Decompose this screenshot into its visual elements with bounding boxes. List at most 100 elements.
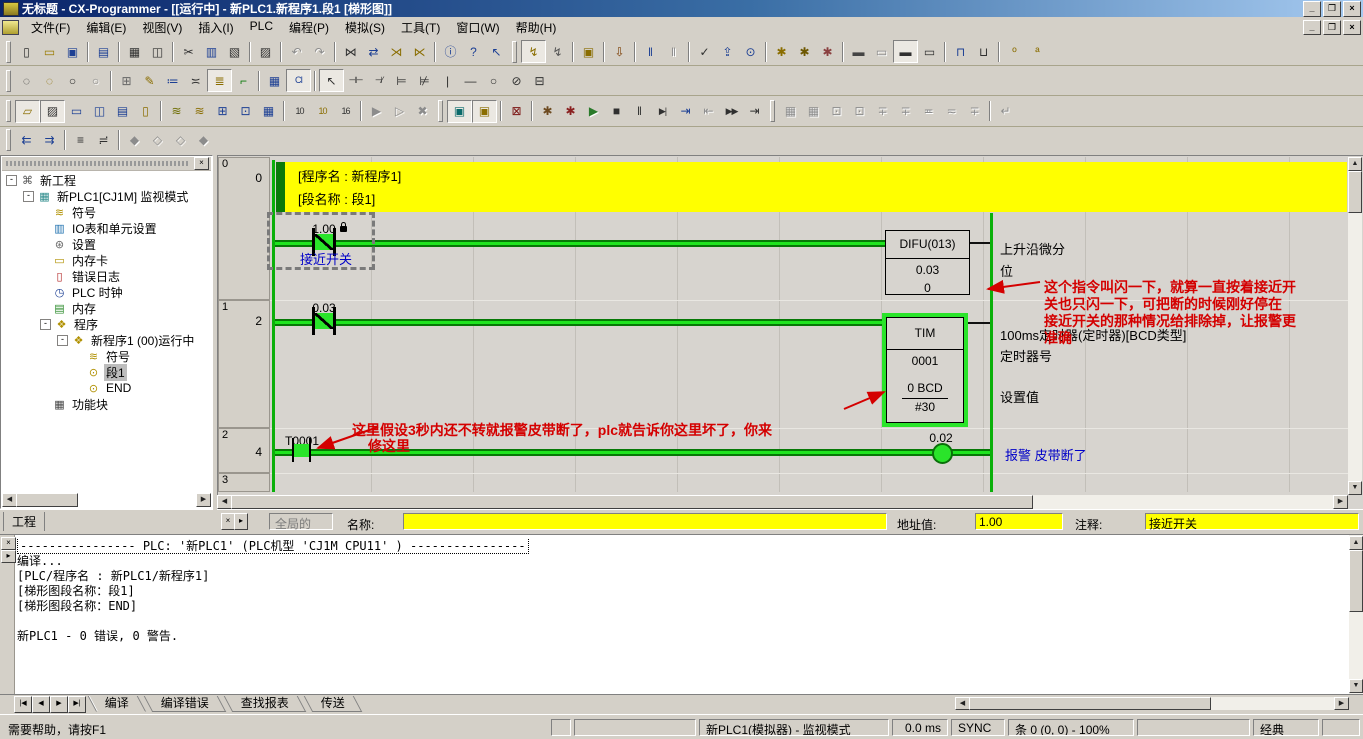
online-edit-cancel-button[interactable]: ✱ [816,41,839,62]
transfer-to-plc-button[interactable]: ⇩ [608,41,631,62]
io-gray-6-button[interactable]: ∓ [894,101,917,122]
address-input[interactable]: 1.00 [975,513,1063,530]
print-button[interactable]: ▦ [123,41,146,62]
new-vertical-button[interactable]: | [436,70,459,91]
minimize-button[interactable]: _ [1303,1,1321,17]
io-monitor-button[interactable]: ≍ [184,70,207,91]
sma-table-button[interactable]: ▦ [263,70,286,91]
symbol-bar-pin-icon[interactable]: ▸ [234,513,248,530]
select-mode-button[interactable]: ↖ [319,69,344,92]
mdi-child-icon[interactable] [2,20,19,35]
tab-prev-icon[interactable]: ◀ [32,696,50,713]
find-button[interactable]: ⋈ [339,41,362,62]
sim-pause-clear-button[interactable]: ✱ [559,101,582,122]
online-edit-send-button[interactable]: ✱ [793,41,816,62]
view-ladder-button[interactable]: ▨ [40,100,65,123]
zoom-in-button[interactable]: ○ [61,70,84,91]
sim-continuous-run-button[interactable]: ▶▶ [720,101,743,122]
new-instruction-button[interactable]: ⊟ [528,70,551,91]
online-edit-begin-button[interactable]: ✱ [770,41,793,62]
new-file-button[interactable]: ▯ [15,41,38,62]
output-tab-1[interactable]: 编译错误 [144,696,227,712]
tree-horizontal-scrollbar[interactable]: ◀ ▶ [2,493,211,507]
sim-step-out-button[interactable]: ⇤ [697,101,720,122]
output-tab-3[interactable]: 传送 [304,696,363,712]
tree-item-memory[interactable]: ▤内存 [2,300,211,316]
view-io-comment-button[interactable]: ▤ [111,101,134,122]
tree-item-programs[interactable]: -❖程序 [2,316,211,332]
io-gray-1-button[interactable]: ▦ [779,101,802,122]
replace-button[interactable]: ⇄ [362,41,385,62]
sim-step-in-button[interactable]: ⇥ [674,101,697,122]
address-reference-button[interactable]: ≣ [207,69,232,92]
option-b-button[interactable]: ª [1026,41,1049,62]
tree-panel-header[interactable]: × [2,157,211,171]
menu-item-7[interactable]: 工具(T) [393,17,448,38]
drag-grip[interactable] [6,161,190,166]
io-gray-2-button[interactable]: ▦ [802,101,825,122]
context-help-button[interactable]: ↖ [485,41,508,62]
rung-wrap-button[interactable]: ⌐ [232,70,255,91]
new-contact-button[interactable]: ⊣⊢ [344,70,367,91]
watch-window-button[interactable]: ⊓ [949,41,972,62]
pause-button[interactable]: ‖ [662,41,685,62]
close-button[interactable]: × [1343,1,1361,17]
output-vertical-scrollbar[interactable]: ▲ ▼ [1349,535,1363,694]
zoom-out-button[interactable]: ○ [84,70,107,91]
pause-monitoring-button[interactable]: ‖ [639,41,662,62]
paste-button[interactable]: ▧ [223,41,246,62]
restore-button[interactable]: ❐ [1323,1,1341,17]
toolbar-grip[interactable] [770,100,775,122]
work-online-button[interactable]: ↯ [521,40,546,63]
menu-item-5[interactable]: 编程(P) [281,17,337,38]
mark-2-button[interactable]: ◇ [146,130,169,151]
toolbar-grip[interactable] [6,129,11,151]
simulator-monitor-button[interactable]: ▣ [472,100,497,123]
grid-toggle-button[interactable]: ⊞ [115,70,138,91]
monitor-hex-button[interactable]: 16 [334,101,357,122]
tree-item-new-project[interactable]: -⌘新工程 [2,172,211,188]
find-symbol-button[interactable]: ⋊ [385,41,408,62]
online-edit-button[interactable]: ▣ [577,41,600,62]
program-compare-button[interactable]: ⊙ [739,41,762,62]
about-button[interactable]: ⓘ [439,41,462,62]
menu-item-0[interactable]: 文件(F) [23,17,78,38]
new-or-contact-button[interactable]: ⊨ [390,70,413,91]
mdi-minimize-button[interactable]: _ [1303,20,1321,35]
tree-close-icon[interactable]: × [194,157,209,170]
mdi-close-button[interactable]: × [1343,20,1361,35]
mark-3-button[interactable]: ◇ [169,130,192,151]
force-off-button[interactable]: ▷ [388,101,411,122]
return-gray-button[interactable]: ↵ [994,101,1017,122]
redo-button[interactable]: ↷ [308,41,331,62]
sim-run-button[interactable]: ▶ [582,101,605,122]
new-horizontal-button[interactable]: — [459,70,482,91]
simulator-online-button[interactable]: ▣ [447,100,472,123]
ladder-vertical-scrollbar[interactable]: ▲ ▼ [1348,157,1362,495]
tree-item-function-blocks[interactable]: ▦功能块 [2,396,211,412]
indent-button[interactable]: ⇇ [15,130,38,151]
zoom-fit-button[interactable]: ◌ [38,70,61,91]
io-gray-3-button[interactable]: ⊡ [825,101,848,122]
menu-item-4[interactable]: PLC [242,17,281,38]
toolbar-grip[interactable] [6,70,11,92]
monitor-window-2-button[interactable]: ▭ [870,41,893,62]
simulator-exit-button[interactable]: ⊠ [505,101,528,122]
find-address-button[interactable]: ⋉ [408,41,431,62]
list-view-button[interactable]: ≡ [69,130,92,151]
output-tab-2[interactable]: 查找报表 [224,696,307,712]
program-transfer-button[interactable]: ⇪ [716,41,739,62]
sim-stop-button[interactable]: ■ [605,101,628,122]
tab-last-icon[interactable]: ▶| [68,696,86,713]
new-or-contact-nc-button[interactable]: ⊭ [413,70,436,91]
copy-button[interactable]: ▥ [200,41,223,62]
monitor-signed-decimal-button[interactable]: 10 [311,101,334,122]
global-symbols-button[interactable]: ≋ [188,101,211,122]
tree-item-plc-node[interactable]: -▦新PLC1[CJ1M] 监视模式 [2,188,211,204]
io-gray-8-button[interactable]: ≂ [940,101,963,122]
tab-first-icon[interactable]: |◀ [14,696,32,713]
menu-item-2[interactable]: 视图(V) [134,17,190,38]
tree-item-program1[interactable]: -❖新程序1 (00)运行中 [2,332,211,348]
help-button[interactable]: ? [462,41,485,62]
mark-1-button[interactable]: ◆ [123,130,146,151]
